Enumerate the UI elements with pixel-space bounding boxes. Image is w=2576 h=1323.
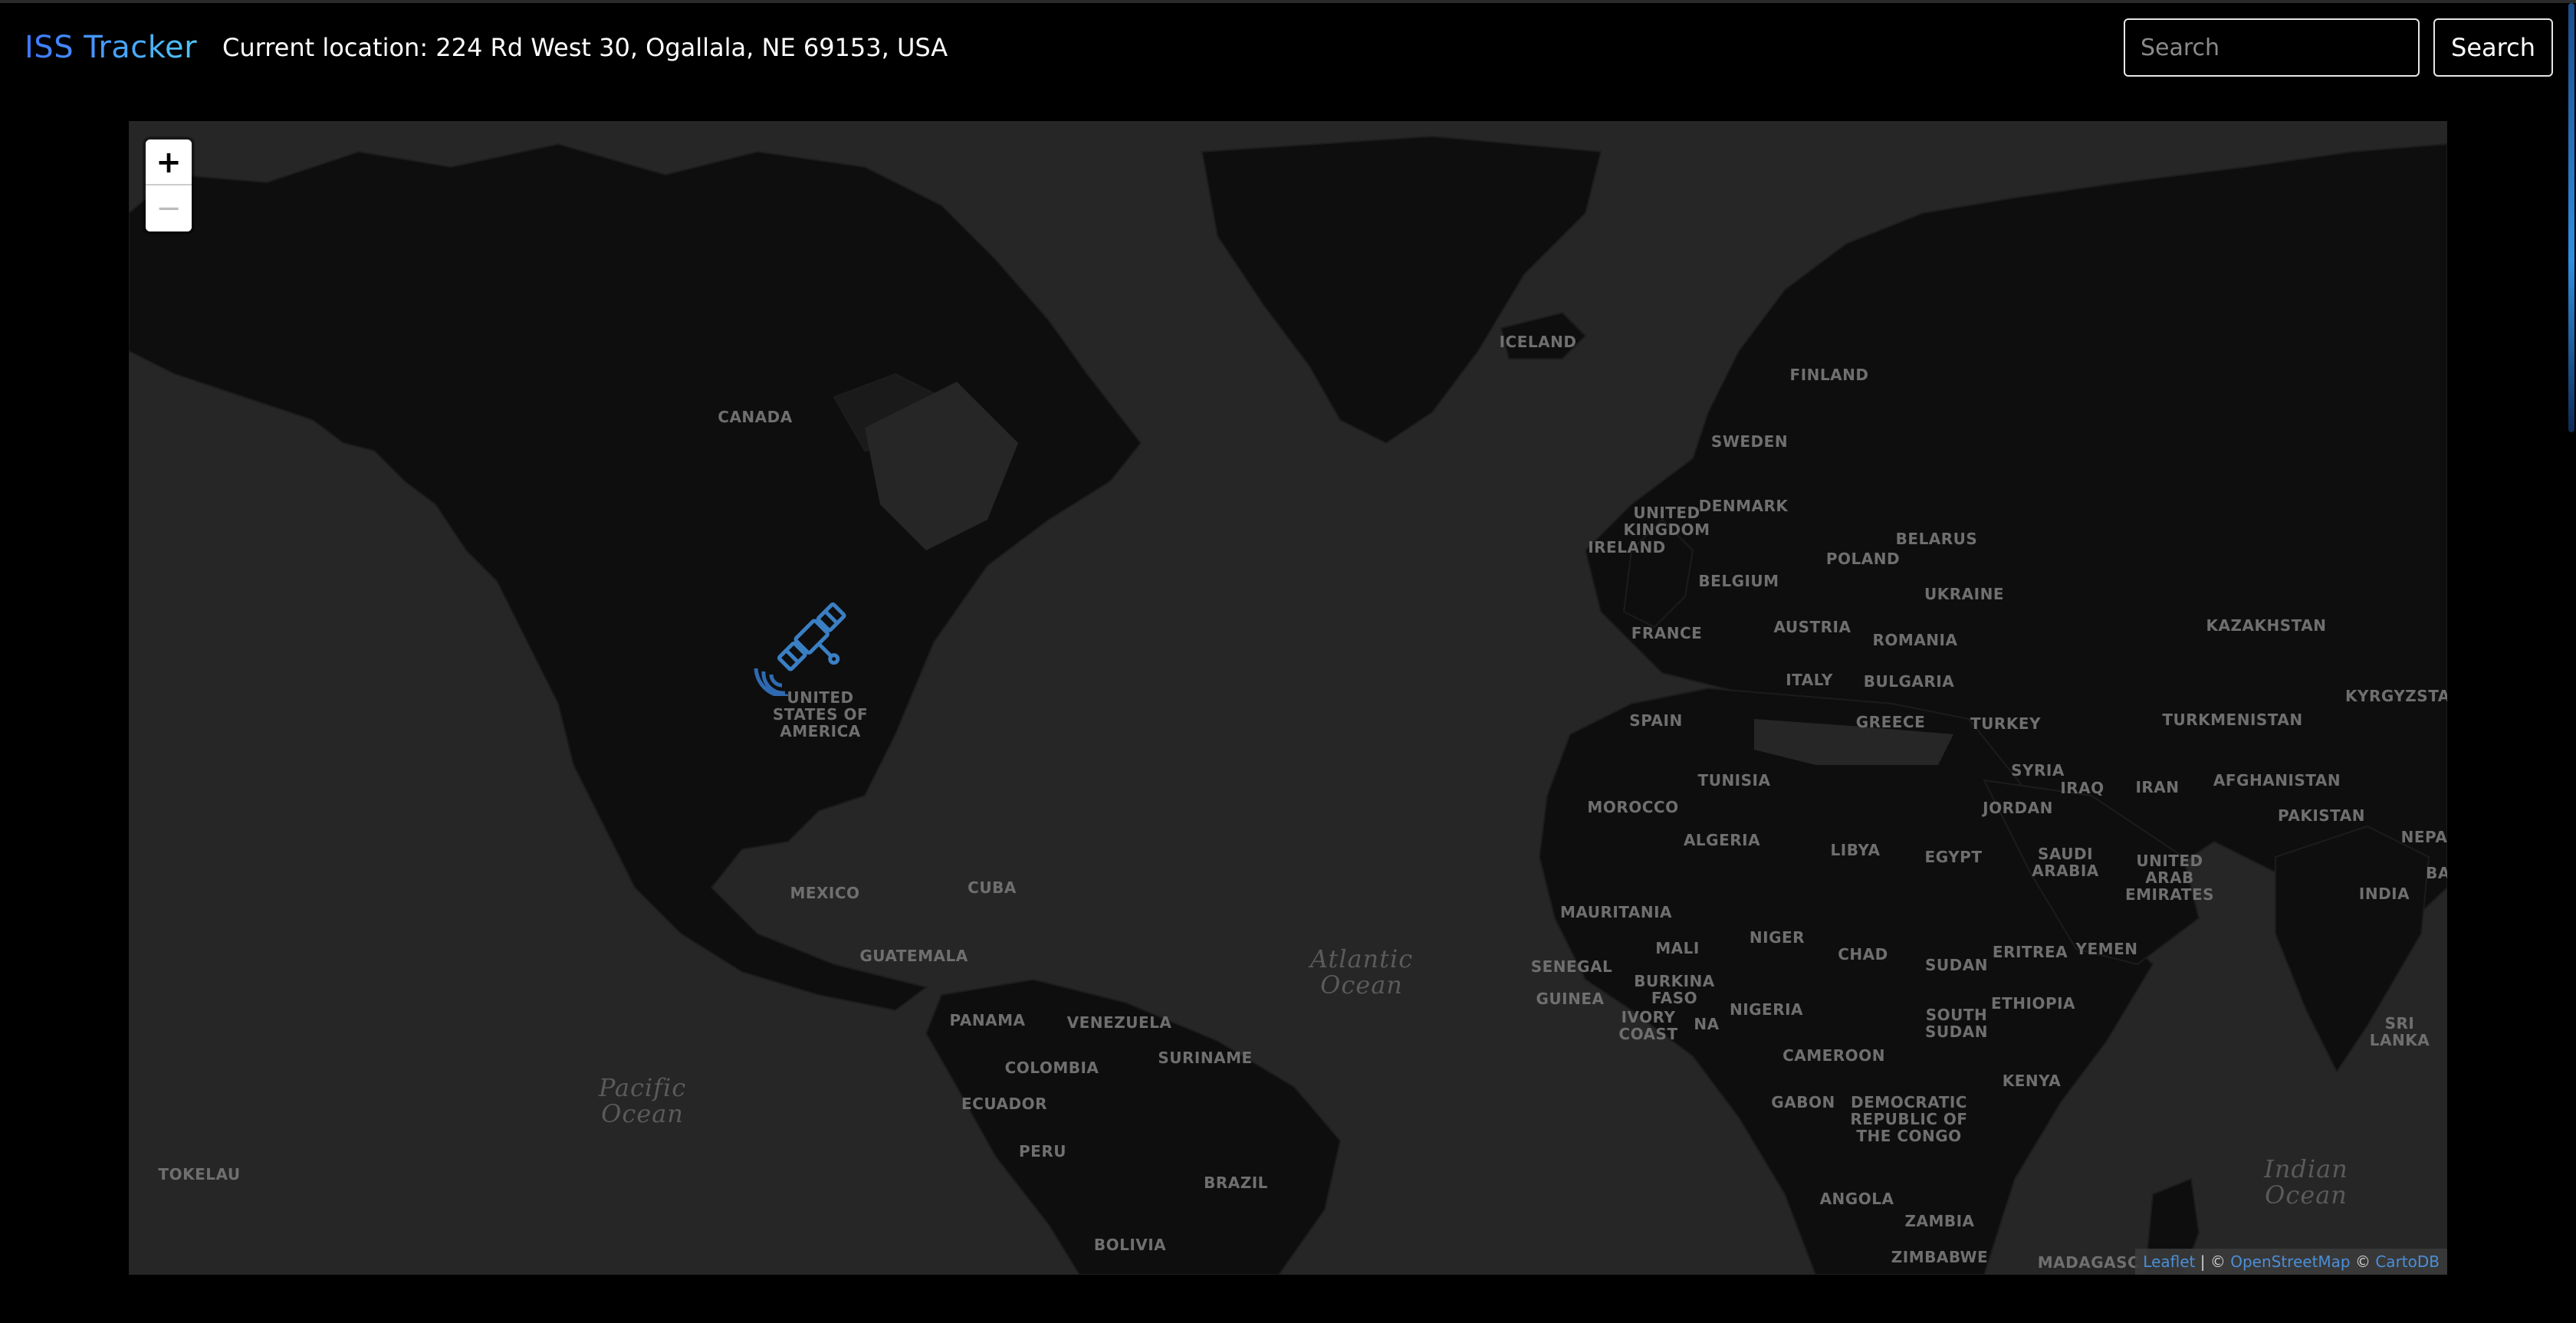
label-bolivia: BOLIVIA	[1093, 1236, 1167, 1254]
label-algeria: ALGERIA	[1683, 831, 1761, 849]
label-gabon: GABON	[1771, 1093, 1835, 1111]
zoom-in-button[interactable]: +	[146, 140, 192, 185]
label-chad: CHAD	[1838, 945, 1888, 964]
label-iceland: ICELAND	[1499, 333, 1577, 351]
label-indian-ocean: Indian Ocean	[2264, 1154, 2348, 1210]
cartodb-link[interactable]: CartoDB	[2375, 1252, 2440, 1271]
attribution-separator: | ©	[2195, 1252, 2231, 1271]
label-canada: CANADA	[718, 408, 793, 426]
label-drc: DEMOCRATIC REPUBLIC OF THE CONGO	[1850, 1093, 1968, 1145]
label-turkey: TURKEY	[1970, 714, 2041, 733]
label-belgium: BELGIUM	[1698, 572, 1779, 590]
label-saudi-arabia: SAUDI ARABIA	[2032, 845, 2099, 880]
label-belarus: BELARUS	[1895, 530, 1978, 548]
label-libya: LIBYA	[1830, 841, 1881, 859]
label-zambia: ZAMBIA	[1904, 1212, 1975, 1230]
label-yemen: YEMEN	[2075, 940, 2138, 958]
label-ethiopia: ETHIOPIA	[1990, 994, 2076, 1013]
label-guinea: GUINEA	[1536, 990, 1605, 1008]
label-brazil: BRAZIL	[1204, 1174, 1268, 1192]
page: ISS Tracker Current location: 224 Rd Wes…	[0, 0, 2576, 1323]
label-ireland: IRELAND	[1588, 538, 1666, 556]
label-finland: FINLAND	[1789, 366, 1869, 384]
label-atlantic-ocean: Atlantic Ocean	[1309, 944, 1414, 1000]
label-ecuador: ECUADOR	[961, 1095, 1047, 1113]
label-egypt: EGYPT	[1924, 848, 1983, 866]
label-venezuela: VENEZUELA	[1066, 1013, 1172, 1032]
label-romania: ROMANIA	[1872, 631, 1958, 649]
label-pacific-ocean: Pacific Ocean	[598, 1073, 687, 1128]
label-ivory-coast: IVORY COAST	[1618, 1008, 1678, 1043]
label-cuba: CUBA	[968, 878, 1017, 897]
label-france: FRANCE	[1631, 624, 1703, 642]
label-guatemala: GUATEMALA	[859, 947, 968, 965]
zoom-control: + −	[146, 140, 192, 231]
label-eritrea: ERITREA	[1992, 943, 2068, 961]
label-india: INDIA	[2358, 885, 2410, 903]
scrollbar-thumb[interactable]	[2568, 3, 2574, 432]
label-iraq: IRAQ	[2060, 779, 2104, 797]
label-suriname: SURINAME	[1158, 1049, 1253, 1067]
map-view[interactable]: CANADA UNITED STATES OF AMERICA MEXICO C…	[129, 121, 2447, 1275]
label-greece: GREECE	[1855, 713, 1926, 731]
label-spain: SPAIN	[1629, 711, 1683, 730]
openstreetmap-link[interactable]: OpenStreetMap	[2230, 1252, 2350, 1271]
label-united-kingdom: UNITED KINGDOM	[1623, 504, 1710, 539]
satellite-icon[interactable]	[751, 589, 859, 696]
label-kyrgyzstan: KYRGYZSTAN	[2344, 687, 2447, 705]
label-syria: SYRIA	[2011, 761, 2065, 780]
leaflet-link[interactable]: Leaflet	[2143, 1252, 2195, 1271]
label-niger: NIGER	[1749, 928, 1806, 947]
label-zimbabwe: ZIMBABWE	[1891, 1248, 1989, 1266]
current-location-text: Current location: 224 Rd West 30, Ogalla…	[222, 33, 948, 62]
header: ISS Tracker Current location: 224 Rd Wes…	[0, 3, 2576, 95]
search-input[interactable]	[2124, 18, 2420, 77]
brand-title[interactable]: ISS Tracker	[25, 26, 197, 69]
label-burkina-faso: BURKINA FASO	[1634, 972, 1715, 1007]
label-turkmenistan: TURKMENISTAN	[2162, 711, 2303, 729]
label-usa: UNITED STATES OF AMERICA	[772, 688, 869, 740]
label-mali: MALI	[1655, 939, 1700, 957]
label-pakistan: PAKISTAN	[2278, 806, 2365, 825]
label-morocco: MOROCCO	[1587, 798, 1679, 816]
label-angola: ANGOLA	[1819, 1190, 1894, 1208]
attribution-separator-2: ©	[2350, 1252, 2376, 1271]
label-bulgaria: BULGARIA	[1863, 672, 1955, 691]
label-poland: POLAND	[1825, 550, 1901, 568]
map-attribution: Leaflet | © OpenStreetMap © CartoDB	[2135, 1249, 2447, 1275]
label-nepal: NEPA	[2400, 828, 2447, 846]
label-austria: AUSTRIA	[1773, 618, 1852, 636]
label-kazakhstan: KAZAKHSTAN	[2206, 616, 2327, 635]
label-cameroon: CAMEROON	[1783, 1046, 1885, 1065]
label-iran: IRAN	[2135, 778, 2180, 796]
label-senegal: SENEGAL	[1530, 957, 1613, 976]
label-sri-lanka: SRI LANKA	[2369, 1014, 2430, 1049]
label-denmark: DENMARK	[1698, 497, 1789, 515]
label-mauritania: MAURITANIA	[1559, 903, 1673, 921]
label-nigeria: NIGERIA	[1729, 1000, 1804, 1019]
label-tokelau: TOKELAU	[158, 1165, 241, 1183]
label-peru: PERU	[1019, 1142, 1066, 1160]
label-bangladesh: BA	[2426, 864, 2447, 882]
label-south-sudan: SOUTH SUDAN	[1925, 1006, 1988, 1041]
label-tunisia: TUNISIA	[1697, 771, 1771, 790]
zoom-out-button[interactable]: −	[146, 185, 192, 231]
search-button[interactable]: Search	[2433, 18, 2553, 77]
label-jordan: JORDAN	[1983, 799, 2053, 817]
label-sweden: SWEDEN	[1710, 432, 1789, 451]
label-madagascar: MADAGASC	[2037, 1253, 2140, 1272]
label-uae: UNITED ARAB EMIRATES	[2124, 852, 2215, 904]
label-colombia: COLOMBIA	[1004, 1059, 1099, 1077]
label-kenya: KENYA	[2002, 1072, 2062, 1090]
label-ghana-partial: NA	[1694, 1015, 1720, 1033]
land-masses	[129, 135, 2447, 1275]
label-sudan: SUDAN	[1925, 956, 1988, 974]
label-panama: PANAMA	[949, 1011, 1026, 1029]
label-mexico: MEXICO	[790, 884, 860, 902]
label-afghanistan: AFGHANISTAN	[2213, 771, 2341, 790]
label-ukraine: UKRAINE	[1924, 585, 2004, 603]
label-italy: ITALY	[1786, 671, 1833, 689]
